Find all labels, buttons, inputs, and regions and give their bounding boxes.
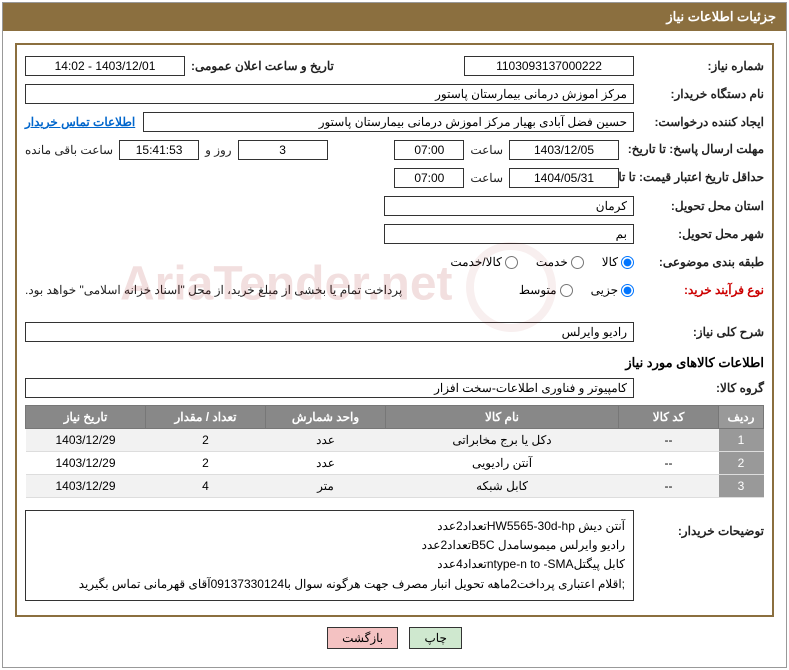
province-label: استان محل تحویل: (634, 199, 764, 213)
cell-code: -- (619, 452, 719, 475)
requester-value: حسین فضل آبادی بهیار مرکز اموزش درمانی ب… (143, 112, 634, 132)
cell-unit: عدد (266, 429, 386, 452)
table-row: 3--کابل شبکهمتر41403/12/29 (26, 475, 764, 498)
panel-title: جزئیات اطلاعات نیاز (3, 3, 786, 31)
table-row: 1--دکل یا برج مخابراتیعدد21403/12/29 (26, 429, 764, 452)
cell-unit: متر (266, 475, 386, 498)
table-row: 2--آنتن رادیوییعدد21403/12/29 (26, 452, 764, 475)
buyer-desc-line-1: آنتن دیش HW5565-30d-hpتعداد2عدد (34, 517, 625, 536)
buyer-org-value: مرکز اموزش درمانی بیمارستان پاستور (25, 84, 634, 104)
price-valid-date: 1404/05/31 (509, 168, 619, 188)
cell-qty: 4 (146, 475, 266, 498)
print-button[interactable]: چاپ (409, 627, 461, 649)
th-code: کد کالا (619, 406, 719, 429)
goods-group-value: کامپیوتر و فناوری اطلاعات-سخت افزار (25, 378, 634, 398)
city-value: بم (384, 224, 634, 244)
th-name: نام کالا (386, 406, 619, 429)
goods-info-title: اطلاعات کالاهای مورد نیاز (25, 355, 764, 371)
cell-date: 1403/12/29 (26, 452, 146, 475)
announce-date-value: 1403/12/01 - 14:02 (25, 56, 185, 76)
buyer-desc-box: آنتن دیش HW5565-30d-hpتعداد2عدد رادیو وا… (25, 510, 634, 601)
cell-date: 1403/12/29 (26, 429, 146, 452)
hour-label-2: ساعت (464, 171, 509, 185)
radio-service[interactable]: خدمت (536, 255, 584, 269)
city-label: شهر محل تحویل: (634, 227, 764, 241)
radio-small[interactable]: جزیی (591, 283, 634, 297)
time-remaining: 15:41:53 (119, 140, 199, 160)
reply-deadline-label: مهلت ارسال پاسخ: تا تاریخ: (619, 142, 764, 158)
goods-table: ردیف کد کالا نام کالا واحد شمارش تعداد /… (25, 405, 764, 498)
price-valid-time: 07:00 (394, 168, 464, 188)
cell-name: دکل یا برج مخابراتی (386, 429, 619, 452)
buyer-desc-label: توضیحات خریدار: (634, 504, 764, 538)
price-valid-label: حداقل تاریخ اعتبار قیمت: تا تاریخ: (619, 170, 764, 186)
buyer-org-label: نام دستگاه خریدار: (634, 87, 764, 101)
process-label: نوع فرآیند خرید: (634, 283, 764, 297)
time-remaining-suffix: ساعت باقی مانده (25, 143, 119, 157)
category-label: طبقه بندی موضوعی: (634, 255, 764, 269)
hour-label-1: ساعت (464, 143, 509, 157)
announce-date-label: تاریخ و ساعت اعلان عمومی: (185, 59, 334, 73)
summary-value: رادیو وایرلس (25, 322, 634, 342)
cell-row: 3 (719, 475, 764, 498)
buyer-desc-line-3: کابل پیگتلntype-n to -SMAتعداد4عدد (34, 555, 625, 574)
goods-group-label: گروه کالا: (634, 381, 764, 395)
radio-goods[interactable]: کالا (602, 255, 634, 269)
buyer-desc-line-4: ;اقلام اعتباری پرداخت2ماهه تحویل انبار م… (34, 575, 625, 594)
cell-name: آنتن رادیویی (386, 452, 619, 475)
cell-name: کابل شبکه (386, 475, 619, 498)
cell-row: 1 (719, 429, 764, 452)
cell-qty: 2 (146, 452, 266, 475)
th-date: تاریخ نیاز (26, 406, 146, 429)
need-no-label: شماره نیاز: (634, 59, 764, 73)
cell-row: 2 (719, 452, 764, 475)
th-qty: تعداد / مقدار (146, 406, 266, 429)
back-button[interactable]: بازگشت (327, 627, 398, 649)
cell-unit: عدد (266, 452, 386, 475)
buyer-desc-line-2: رادیو وایرلس میموسامدل B5Cتعداد2عدد (34, 536, 625, 555)
radio-medium[interactable]: متوسط (519, 283, 573, 297)
days-and-text: روز و (199, 143, 238, 157)
province-value: کرمان (384, 196, 634, 216)
th-unit: واحد شمارش (266, 406, 386, 429)
reply-deadline-time: 07:00 (394, 140, 464, 160)
cell-code: -- (619, 475, 719, 498)
days-remaining: 3 (238, 140, 328, 160)
buyer-contact-link[interactable]: اطلاعات تماس خریدار (25, 115, 135, 129)
requester-label: ایجاد کننده درخواست: (634, 115, 764, 129)
summary-label: شرح کلی نیاز: (634, 325, 764, 339)
cell-code: -- (619, 429, 719, 452)
reply-deadline-date: 1403/12/05 (509, 140, 619, 160)
th-row: ردیف (719, 406, 764, 429)
cell-qty: 2 (146, 429, 266, 452)
process-note: پرداخت تمام یا بخشی از مبلغ خرید، از محل… (25, 283, 402, 297)
cell-date: 1403/12/29 (26, 475, 146, 498)
radio-goods-service[interactable]: کالا/خدمت (450, 255, 517, 269)
need-no-value: 1103093137000222 (464, 56, 634, 76)
